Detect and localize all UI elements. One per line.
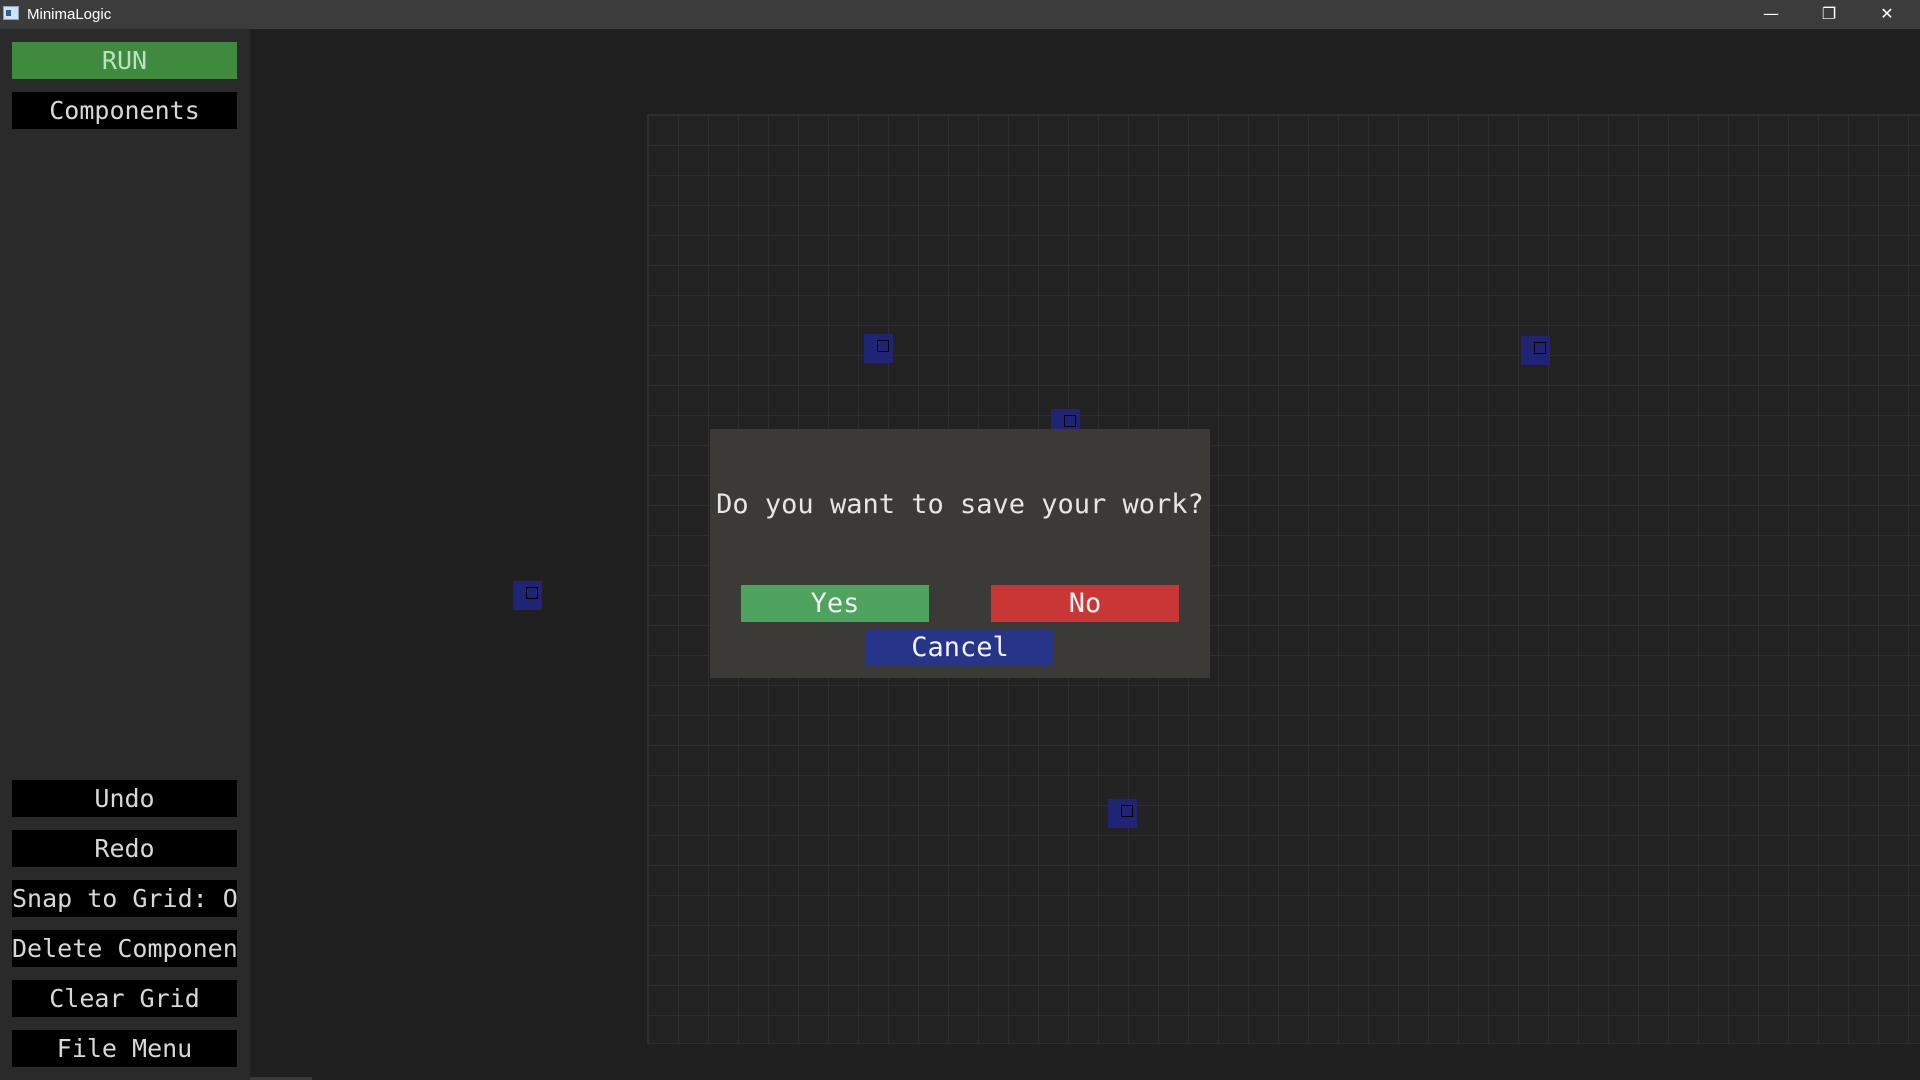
sidebar: RUN Components Undo Redo Snap to Grid: O… xyxy=(0,29,250,1080)
dialog-message: Do you want to save your work? xyxy=(716,489,1204,520)
circuit-component[interactable] xyxy=(864,334,893,363)
save-dialog: Do you want to save your work? Yes No Ca… xyxy=(710,429,1210,678)
snap-to-grid-button[interactable]: Snap to Grid: Off xyxy=(12,880,237,917)
components-button[interactable]: Components xyxy=(12,92,237,129)
circuit-component[interactable] xyxy=(1108,799,1137,828)
no-button[interactable]: No xyxy=(991,585,1179,622)
restore-icon[interactable]: ❐ xyxy=(1800,0,1858,29)
clear-grid-button[interactable]: Clear Grid xyxy=(12,980,237,1017)
close-icon[interactable]: ✕ xyxy=(1858,0,1916,29)
redo-button[interactable]: Redo xyxy=(12,830,237,867)
undo-button[interactable]: Undo xyxy=(12,780,237,817)
circuit-component[interactable] xyxy=(1521,336,1550,365)
file-menu-button[interactable]: File Menu xyxy=(12,1030,237,1067)
delete-component-button[interactable]: Delete Component xyxy=(12,930,237,967)
minimize-icon[interactable]: — xyxy=(1742,0,1800,29)
window-title: MinimaLogic xyxy=(27,6,112,23)
cancel-button[interactable]: Cancel xyxy=(866,629,1054,666)
circuit-component[interactable] xyxy=(513,581,542,610)
app-icon xyxy=(3,6,19,20)
yes-button[interactable]: Yes xyxy=(741,585,929,622)
window-titlebar[interactable]: MinimaLogic — ❐ ✕ xyxy=(0,0,1920,29)
run-button[interactable]: RUN xyxy=(12,42,237,79)
